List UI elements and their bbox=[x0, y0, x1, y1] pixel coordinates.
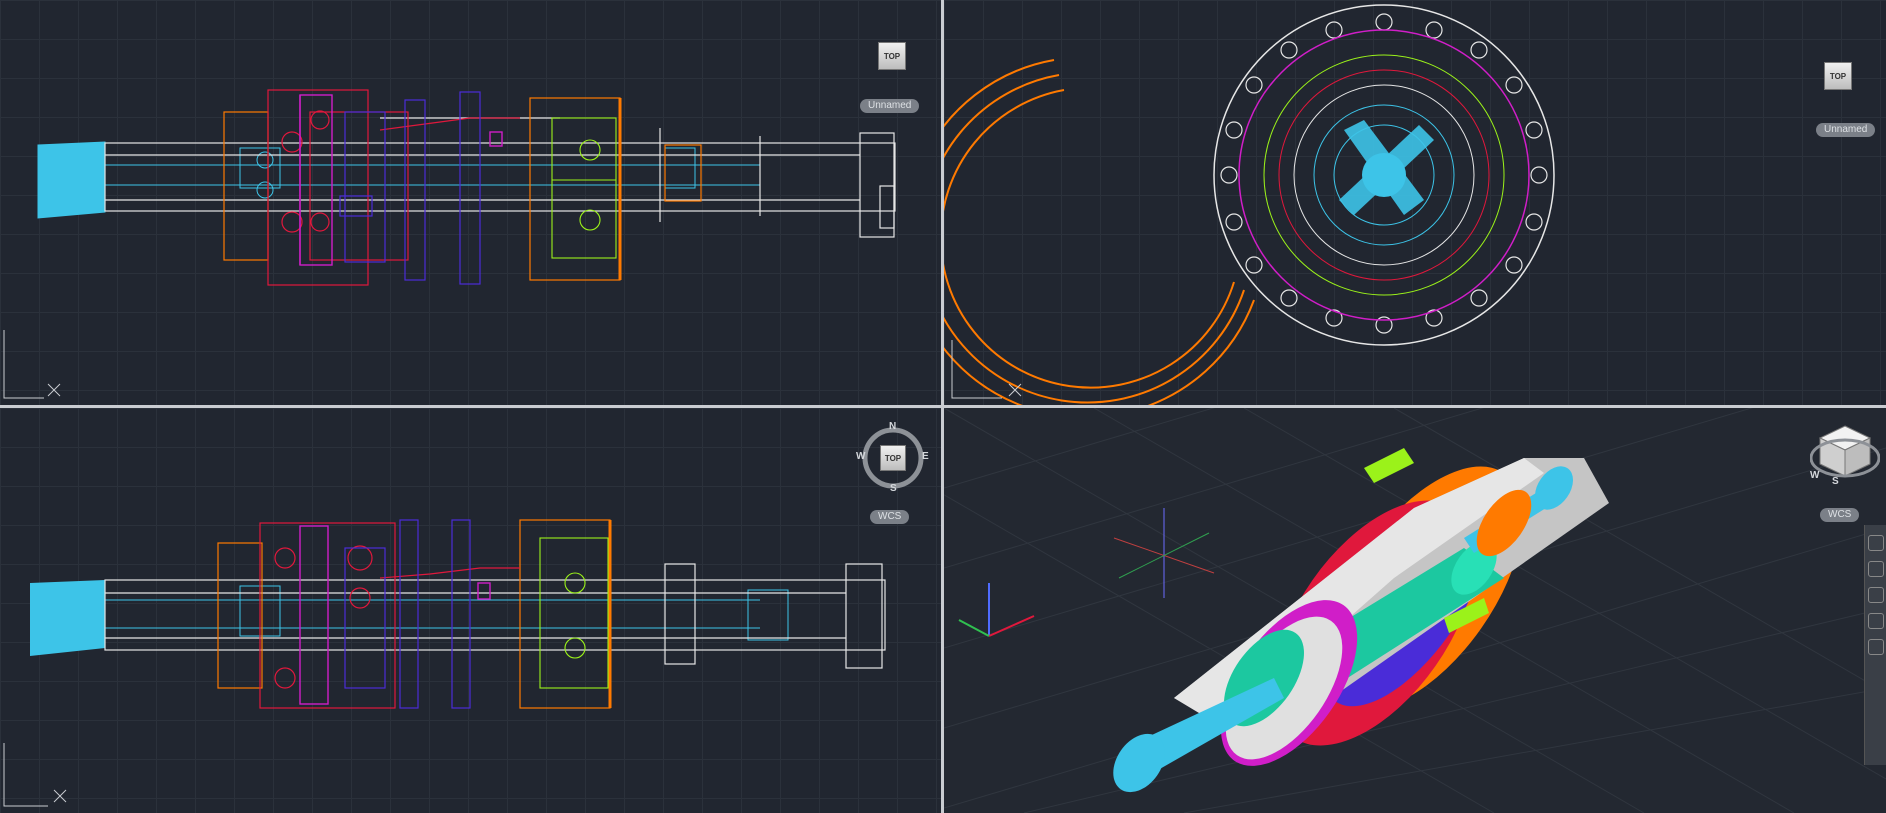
nav-wheel-icon[interactable] bbox=[1868, 535, 1884, 551]
compass-south[interactable]: S bbox=[890, 483, 897, 494]
drawing-top-right bbox=[944, 0, 1886, 405]
compass-north[interactable]: N bbox=[889, 421, 896, 432]
viewcube-face[interactable]: TOP bbox=[880, 445, 906, 471]
pan-icon[interactable] bbox=[1868, 561, 1884, 577]
compass-west[interactable]: W bbox=[856, 451, 865, 462]
viewport-divider-horizontal[interactable] bbox=[0, 405, 1886, 408]
compass-east[interactable]: E bbox=[922, 451, 929, 462]
viewcube-face[interactable]: TOP bbox=[878, 42, 906, 70]
viewcube-compass[interactable]: TOP N S E W bbox=[856, 421, 929, 494]
named-view-dropdown[interactable]: Unnamed bbox=[860, 99, 920, 113]
ucs-dropdown[interactable]: WCS bbox=[870, 510, 910, 524]
named-view-dropdown[interactable]: Unnamed bbox=[1816, 123, 1876, 137]
viewcube[interactable]: TOP bbox=[862, 30, 922, 90]
ucs-dropdown[interactable]: WCS bbox=[1820, 508, 1860, 522]
navigation-bar[interactable] bbox=[1864, 525, 1886, 765]
viewcube-3d[interactable]: W S bbox=[1809, 418, 1881, 488]
compass-south[interactable]: S bbox=[1832, 476, 1839, 487]
viewport-top-right[interactable]: TOP Unnamed bbox=[944, 0, 1886, 405]
viewcube-face[interactable]: TOP bbox=[1824, 62, 1852, 90]
zoom-icon[interactable] bbox=[1868, 587, 1884, 603]
drawing-top-left bbox=[0, 0, 941, 405]
drawing-bottom-right bbox=[944, 408, 1886, 813]
orbit-icon[interactable] bbox=[1868, 613, 1884, 629]
viewport-bottom-right[interactable]: W S WCS bbox=[944, 408, 1886, 813]
compass-west[interactable]: W bbox=[1810, 470, 1819, 481]
viewport-bottom-left[interactable]: TOP N S E W WCS bbox=[0, 408, 941, 813]
viewcube[interactable]: TOP bbox=[1808, 50, 1868, 110]
viewport-top-left[interactable]: TOP Unnamed bbox=[0, 0, 941, 405]
drawing-bottom-left bbox=[0, 408, 941, 813]
showmotion-icon[interactable] bbox=[1868, 639, 1884, 655]
